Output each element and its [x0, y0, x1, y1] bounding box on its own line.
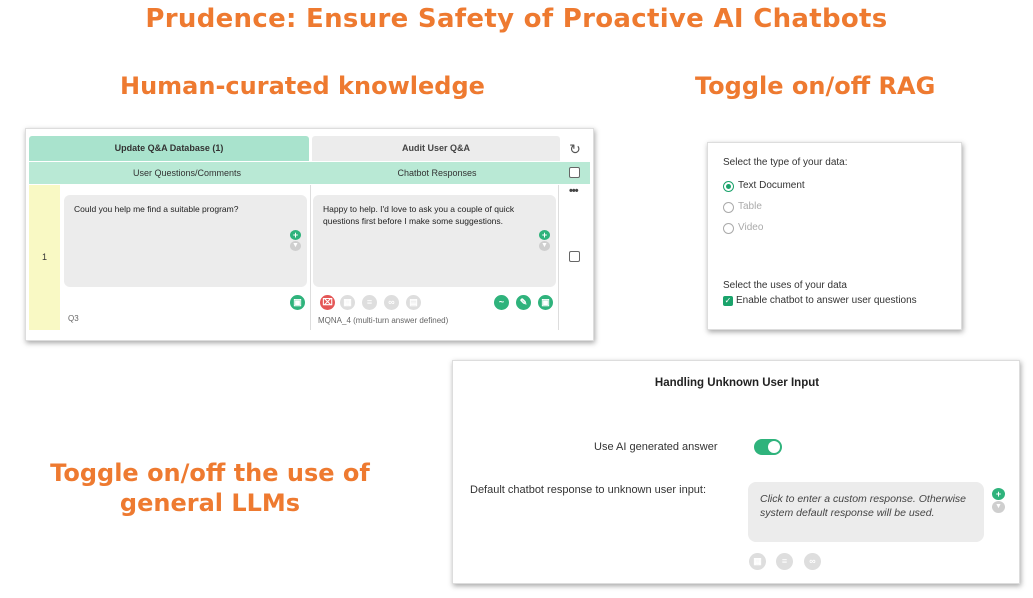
column-header-responses: Chatbot Responses [397, 168, 477, 178]
option-table[interactable]: Table [738, 201, 762, 212]
plus-icon[interactable]: + [539, 230, 550, 240]
more-options-icon[interactable]: ••• [569, 185, 579, 197]
toggle-knob [768, 441, 780, 453]
rag-heading: Toggle on/off RAG [695, 72, 936, 100]
list-icon[interactable]: ≡ [362, 295, 377, 310]
radio-table[interactable] [723, 202, 734, 213]
data-uses-prompt: Select the uses of your data [723, 280, 847, 291]
ai-answer-label: Use AI generated answer [594, 441, 718, 453]
column-divider [558, 185, 559, 330]
database-icon[interactable]: ▣ [538, 295, 553, 310]
refresh-icon[interactable]: ↻ [564, 138, 586, 160]
row-number: 1 [29, 185, 60, 330]
plus-icon[interactable]: + [992, 488, 1005, 500]
image-remove-icon[interactable]: ⌧ [320, 295, 335, 310]
column-header-questions: User Questions/Comments [132, 168, 242, 178]
select-all-checkbox[interactable] [569, 167, 580, 178]
tab-update-qa-database[interactable]: Update Q&A Database (1) [29, 136, 309, 161]
knowledge-heading: Human-curated knowledge [120, 72, 485, 100]
response-text-box[interactable]: Happy to help. I'd love to ask you a cou… [313, 195, 556, 287]
tone-icon[interactable]: ~ [494, 295, 509, 310]
image-icon[interactable]: ▦ [340, 295, 355, 310]
qa-database-panel: Update Q&A Database (1) Audit User Q&A ↻… [25, 128, 594, 341]
option-video[interactable]: Video [738, 222, 763, 233]
chevron-down-icon[interactable]: ▼ [992, 501, 1005, 513]
edit-icon[interactable]: ✎ [516, 295, 531, 310]
panel-title: Handling Unknown User Input [654, 377, 820, 389]
chevron-down-icon[interactable]: ▼ [290, 241, 301, 251]
question-id-label: Q3 [68, 314, 79, 323]
main-title: Prudence: Ensure Safety of Proactive AI … [145, 4, 888, 34]
question-text-box[interactable]: Could you help me find a suitable progra… [64, 195, 307, 287]
chevron-down-icon[interactable]: ▼ [539, 241, 550, 251]
response-stepper[interactable]: + ▼ [992, 488, 1005, 513]
list-icon[interactable]: ≡ [776, 553, 793, 570]
default-response-input[interactable]: Click to enter a custom response. Otherw… [748, 482, 984, 542]
radio-text-document[interactable] [723, 181, 734, 192]
question-stepper[interactable]: + ▼ [290, 230, 301, 251]
enable-answer-label[interactable]: Enable chatbot to answer user questions [736, 295, 917, 306]
table-header-row: User Questions/Comments Chatbot Response… [29, 162, 590, 184]
rag-settings-panel: Select the type of your data: Text Docum… [707, 142, 962, 330]
link-icon[interactable]: ∞ [384, 295, 399, 310]
llm-heading: Toggle on/off the use of general LLMs [50, 459, 370, 517]
tab-audit-user-qa[interactable]: Audit User Q&A [312, 136, 560, 161]
response-id-label: MQNA_4 (multi-turn answer defined) [318, 316, 449, 325]
unknown-input-panel: Handling Unknown User Input Use AI gener… [452, 360, 1020, 584]
ai-answer-toggle[interactable] [754, 439, 782, 455]
option-text-document[interactable]: Text Document [738, 180, 805, 191]
document-icon[interactable]: ▤ [406, 295, 421, 310]
default-response-label: Default chatbot response to unknown user… [470, 484, 707, 496]
enable-answer-checkbox[interactable]: ✓ [723, 296, 733, 306]
row-checkbox[interactable] [569, 251, 580, 262]
link-icon[interactable]: ∞ [804, 553, 821, 570]
response-stepper[interactable]: + ▼ [539, 230, 550, 251]
radio-video[interactable] [723, 223, 734, 234]
data-type-prompt: Select the type of your data: [723, 157, 848, 168]
plus-icon[interactable]: + [290, 230, 301, 240]
database-icon[interactable]: ▣ [290, 295, 305, 310]
image-icon[interactable]: ▦ [749, 553, 766, 570]
column-divider [310, 185, 311, 330]
